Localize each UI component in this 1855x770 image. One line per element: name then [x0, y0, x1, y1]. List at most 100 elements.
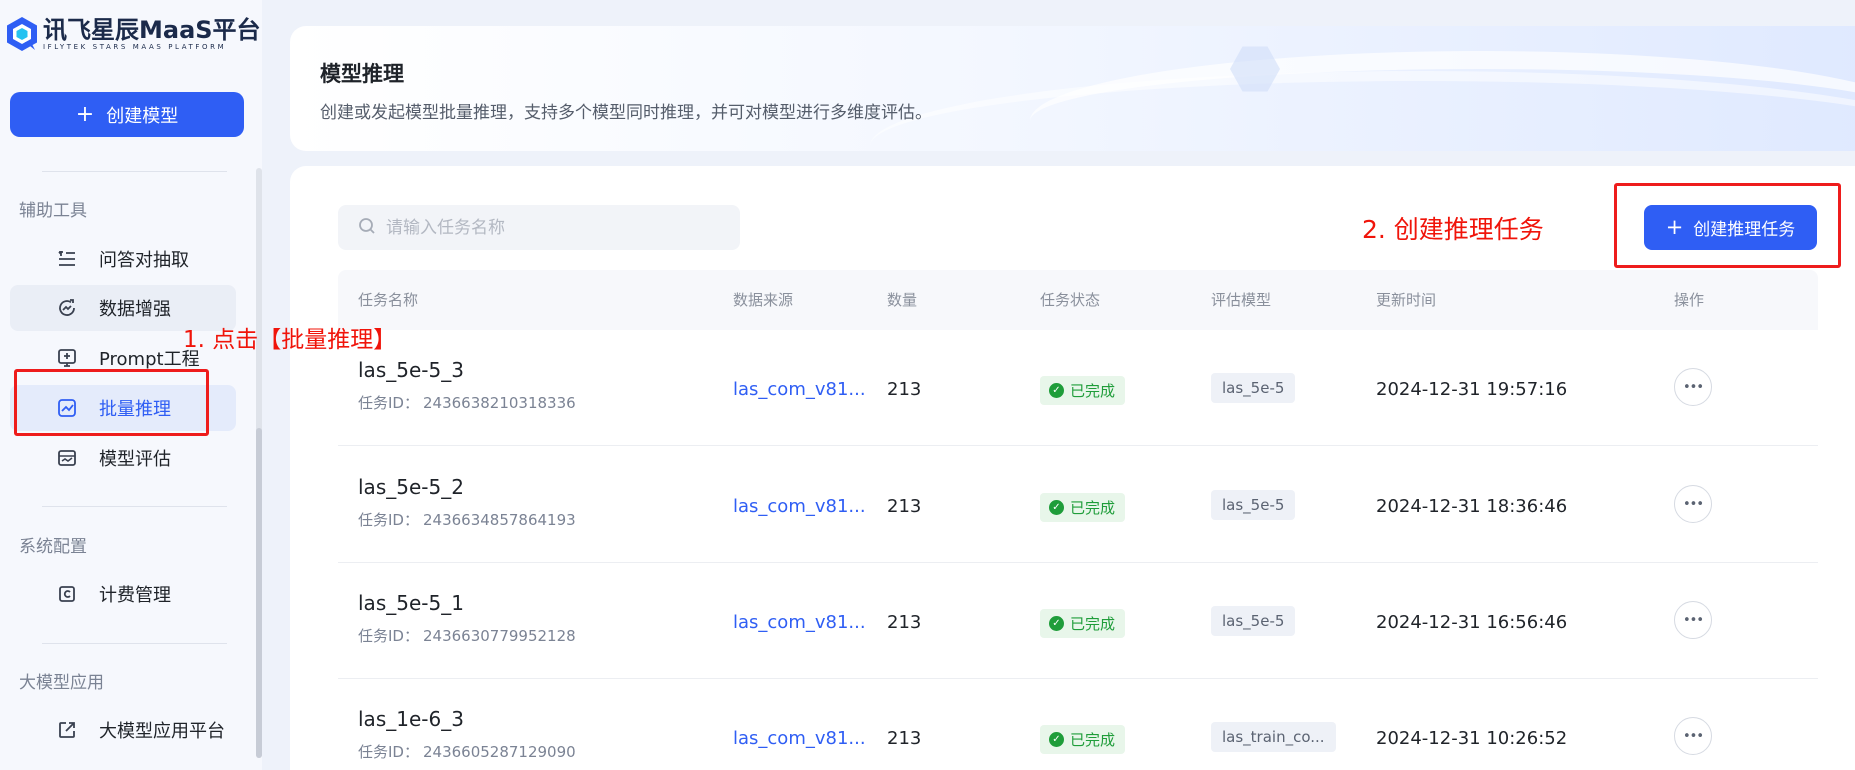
evaluation-icon: [57, 448, 77, 468]
quantity: 213: [887, 496, 922, 517]
sidebar-item-label: 问答对抽取: [99, 250, 189, 271]
sidebar-item-qa-extraction[interactable]: 问答对抽取: [10, 236, 236, 282]
updated-time: 2024-12-31 16:56:46: [1376, 612, 1568, 633]
task-id-value: 2436630779952128: [422, 627, 576, 645]
quantity: 213: [887, 612, 922, 633]
task-id-label: 任务ID：: [358, 511, 419, 529]
search-icon: [358, 217, 376, 239]
check-circle-icon: ✓: [1049, 616, 1064, 631]
more-actions-button[interactable]: •••: [1674, 717, 1712, 755]
create-model-button[interactable]: + 创建模型: [10, 92, 244, 137]
quantity: 213: [887, 728, 922, 749]
eval-model-tag: las_5e-5: [1211, 606, 1296, 636]
section-title-llm-apps: 大模型应用: [19, 673, 104, 693]
table-row[interactable]: las_5e-5_2 任务ID： 2436634857864193 las_com…: [338, 447, 1818, 563]
status-badge: ✓ 已完成: [1040, 376, 1126, 405]
sidebar-item-label: 大模型应用平台: [99, 721, 225, 742]
prompt-icon: [57, 348, 77, 368]
sidebar-item-llm-app-platform[interactable]: 大模型应用平台: [10, 707, 236, 753]
annotation-step-1: 1. 点击【批量推理】: [183, 327, 397, 353]
task-name[interactable]: las_5e-5_1: [358, 591, 464, 615]
more-actions-button[interactable]: •••: [1674, 485, 1712, 523]
sidebar-scrollbar-thumb[interactable]: [256, 428, 262, 758]
quantity: 213: [887, 379, 922, 400]
task-id: 任务ID： 2436630779952128: [358, 625, 576, 646]
more-actions-button[interactable]: •••: [1674, 368, 1712, 406]
task-id: 任务ID： 2436634857864193: [358, 509, 576, 530]
column-header-eval-model: 评估模型: [1211, 291, 1272, 309]
sidebar-item-billing[interactable]: 计费管理: [10, 571, 236, 617]
task-name[interactable]: las_1e-6_3: [358, 707, 464, 731]
sidebar-divider: [42, 506, 227, 507]
sidebar-item-label: 计费管理: [99, 585, 171, 606]
annotation-highlight-batch-inference: [14, 369, 209, 436]
task-search-input[interactable]: [386, 217, 716, 238]
eval-model-tag: las_train_co...: [1211, 722, 1336, 752]
chart-refresh-icon: [57, 298, 77, 318]
banner-decoration: [1030, 51, 1855, 151]
task-id-label: 任务ID：: [358, 743, 419, 761]
check-circle-icon: ✓: [1049, 500, 1064, 515]
status-label: 已完成: [1070, 615, 1116, 633]
check-circle-icon: ✓: [1049, 383, 1064, 398]
sidebar-divider: [42, 643, 227, 644]
task-id: 任务ID： 2436638210318336: [358, 392, 576, 413]
task-id-label: 任务ID：: [358, 394, 419, 412]
annotation-step-2: 2. 创建推理任务: [1362, 215, 1544, 244]
status-badge: ✓ 已完成: [1040, 493, 1126, 522]
brand-logo[interactable]: 讯飞星辰MaaS平台 IFLYTEK STARS MAAS PLATFORM: [5, 16, 261, 52]
task-id-value: 2436638210318336: [422, 394, 576, 412]
external-link-icon: [57, 720, 77, 740]
status-label: 已完成: [1070, 731, 1116, 749]
task-name[interactable]: las_5e-5_2: [358, 475, 464, 499]
status-label: 已完成: [1070, 499, 1116, 517]
table-row[interactable]: las_1e-6_3 任务ID： 2436605287129090 las_com…: [338, 679, 1818, 770]
status-badge: ✓ 已完成: [1040, 609, 1126, 638]
brand-title: 讯飞星辰MaaS平台: [43, 15, 261, 44]
sidebar-item-label: 模型评估: [99, 449, 171, 470]
task-id-value: 2436605287129090: [422, 743, 576, 761]
create-model-label: 创建模型: [106, 105, 179, 127]
list-icon: [57, 249, 77, 269]
page-title: 模型推理: [320, 62, 404, 86]
data-source-link[interactable]: las_com_v81...: [733, 728, 866, 749]
eval-model-tag: las_5e-5: [1211, 490, 1296, 520]
column-header-quantity: 数量: [887, 291, 918, 309]
column-header-actions: 操作: [1674, 291, 1705, 309]
annotation-highlight-create-task: [1614, 183, 1841, 268]
updated-time: 2024-12-31 10:26:52: [1376, 728, 1568, 749]
more-icon: •••: [1682, 496, 1704, 512]
status-badge: ✓ 已完成: [1040, 725, 1126, 754]
sidebar-item-model-evaluation[interactable]: 模型评估: [10, 435, 236, 481]
table-row[interactable]: las_5e-5_1 任务ID： 2436630779952128 las_com…: [338, 563, 1818, 679]
section-title-system: 系统配置: [19, 537, 87, 557]
eval-model-tag: las_5e-5: [1211, 373, 1296, 403]
task-name[interactable]: las_5e-5_3: [358, 358, 464, 382]
more-actions-button[interactable]: •••: [1674, 601, 1712, 639]
data-source-link[interactable]: las_com_v81...: [733, 496, 866, 517]
plus-icon: +: [75, 101, 95, 127]
more-icon: •••: [1682, 612, 1704, 628]
column-header-status: 任务状态: [1040, 291, 1101, 309]
status-label: 已完成: [1070, 382, 1116, 400]
table-row[interactable]: las_5e-5_3 任务ID： 2436638210318336 las_com…: [338, 330, 1818, 446]
check-circle-icon: ✓: [1049, 732, 1064, 747]
brand-subtitle: IFLYTEK STARS MAAS PLATFORM: [43, 42, 227, 51]
billing-icon: [57, 584, 77, 604]
sidebar-item-label: 数据增强: [99, 299, 171, 320]
page-description: 创建或发起模型批量推理，支持多个模型同时推理，并可对模型进行多维度评估。: [320, 103, 932, 123]
updated-time: 2024-12-31 19:57:16: [1376, 379, 1568, 400]
more-icon: •••: [1682, 379, 1704, 395]
page-header-banner: 模型推理 创建或发起模型批量推理，支持多个模型同时推理，并可对模型进行多维度评估…: [290, 26, 1855, 151]
data-source-link[interactable]: las_com_v81...: [733, 612, 866, 633]
data-source-link[interactable]: las_com_v81...: [733, 379, 866, 400]
task-id: 任务ID： 2436605287129090: [358, 741, 576, 762]
task-search-box[interactable]: [338, 205, 740, 250]
table-header: 任务名称 数据来源 数量 任务状态 评估模型 更新时间 操作: [338, 270, 1818, 330]
column-header-data-source: 数据来源: [733, 291, 794, 309]
updated-time: 2024-12-31 18:36:46: [1376, 496, 1568, 517]
more-icon: •••: [1682, 728, 1704, 744]
logo-mark-icon: [5, 16, 39, 52]
task-id-label: 任务ID：: [358, 627, 419, 645]
column-header-updated-time: 更新时间: [1376, 291, 1437, 309]
